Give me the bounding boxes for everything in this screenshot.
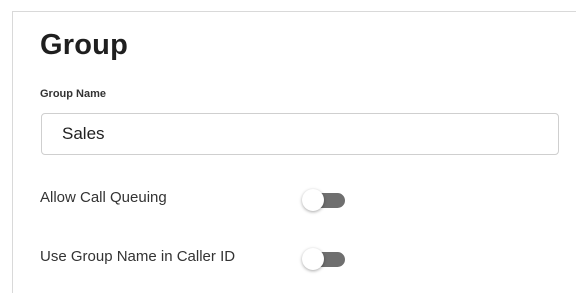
page-title: Group bbox=[40, 29, 128, 61]
caller-id-group-name-toggle[interactable] bbox=[301, 248, 347, 270]
allow-call-queuing-label: Allow Call Queuing bbox=[40, 189, 167, 206]
group-name-label: Group Name bbox=[40, 88, 107, 100]
group-form-panel: Group Group Name Allow Call Queuing Use … bbox=[12, 11, 576, 293]
group-name-input[interactable] bbox=[41, 113, 559, 155]
caller-id-group-name-label: Use Group Name in Caller ID bbox=[40, 248, 236, 265]
toggle-thumb bbox=[302, 248, 324, 270]
allow-call-queuing-toggle[interactable] bbox=[301, 189, 347, 211]
toggle-thumb bbox=[302, 189, 324, 211]
